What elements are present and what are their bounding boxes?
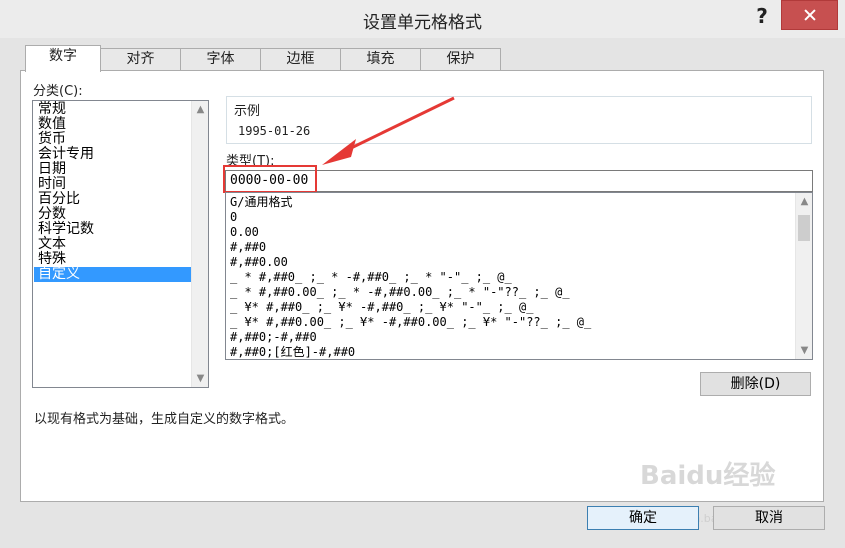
format-item[interactable]: #,##0.00 [230,255,288,270]
format-item[interactable]: #,##0;[红色]-#,##0 [230,345,355,359]
format-item[interactable]: _ ¥* #,##0.00_ ;_ ¥* -#,##0.00_ ;_ ¥* "-… [230,315,591,330]
format-item[interactable]: _ * #,##0.00_ ;_ * -#,##0.00_ ;_ * "-"??… [230,285,570,300]
ok-button[interactable]: 确定 [587,506,699,530]
format-item[interactable]: #,##0;-#,##0 [230,330,317,345]
scroll-up-arrow-icon[interactable]: ▲ [796,193,812,210]
format-item[interactable]: 0 [230,210,237,225]
scroll-thumb[interactable] [798,215,810,241]
cancel-button[interactable]: 取消 [713,506,825,530]
scroll-down-arrow-icon[interactable]: ▼ [796,342,812,359]
watermark-brand: Baidu经验 [640,461,776,491]
format-scrollbar[interactable]: ▲ ▼ [795,193,812,359]
tab-number[interactable]: 数字 [25,45,101,72]
description-text: 以现有格式为基础，生成自定义的数字格式。 [34,412,295,427]
format-item[interactable]: _ ¥* #,##0_ ;_ ¥* -#,##0_ ;_ ¥* "-"_ ;_ … [230,300,533,315]
format-item[interactable]: 0.00 [230,225,259,240]
delete-button[interactable]: 删除(D) [700,372,811,396]
format-item[interactable]: _ * #,##0_ ;_ * -#,##0_ ;_ * "-"_ ;_ @_ [230,270,512,285]
format-list[interactable]: G/通用格式 0 0.00 #,##0 #,##0.00 _ * #,##0_ … [225,192,813,360]
format-item[interactable]: G/通用格式 [230,195,292,210]
format-item[interactable]: #,##0 [230,240,266,255]
